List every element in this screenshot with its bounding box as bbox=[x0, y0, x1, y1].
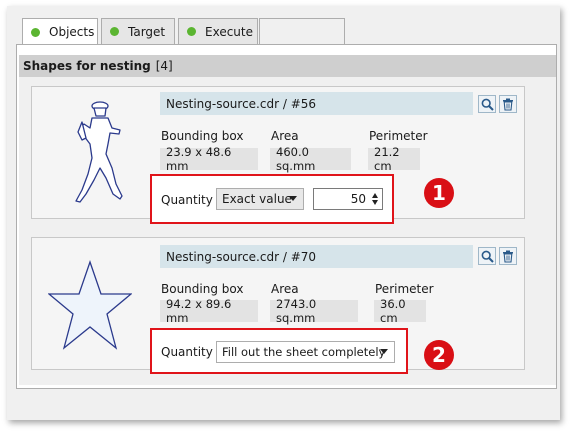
search-icon bbox=[481, 250, 494, 263]
tab-objects-label: Objects bbox=[49, 25, 95, 39]
quantity-label: Quantity bbox=[161, 345, 213, 359]
perimeter-label: Perimeter bbox=[375, 282, 434, 296]
quantity-mode-value: Fill out the sheet completely bbox=[222, 345, 386, 359]
search-icon bbox=[481, 98, 494, 111]
status-dot-icon bbox=[187, 27, 196, 36]
area-value: 2743.0 sq.mm bbox=[270, 297, 358, 325]
delete-button[interactable] bbox=[499, 95, 517, 113]
bbox-value: 23.9 x 48.6 mm bbox=[160, 145, 258, 173]
perimeter-value-text: 36.0 cm bbox=[380, 297, 406, 325]
area-label: Area bbox=[271, 129, 299, 143]
shape-file-name-text: Nesting-source.cdr / #56 bbox=[166, 96, 317, 111]
bbox-label: Bounding box bbox=[161, 129, 244, 143]
tab-spacer bbox=[259, 18, 345, 44]
bbox-label: Bounding box bbox=[161, 282, 244, 296]
shape-file-name: Nesting-source.cdr / #70 bbox=[160, 245, 473, 268]
perimeter-value: 21.2 cm bbox=[368, 145, 420, 173]
quantity-mode-select[interactable]: Exact value bbox=[216, 188, 304, 210]
perimeter-value-text: 21.2 cm bbox=[374, 145, 400, 173]
spin-up-icon[interactable] bbox=[372, 193, 378, 198]
trash-icon bbox=[503, 98, 513, 111]
star-shape-icon bbox=[48, 260, 132, 350]
tab-objects[interactable]: Objects bbox=[22, 18, 98, 45]
bbox-value: 94.2 x 89.6 mm bbox=[160, 297, 258, 325]
tab-execute[interactable]: Execute bbox=[178, 18, 258, 44]
callout-badge: 2 bbox=[424, 340, 454, 370]
quantity-mode-value: Exact value bbox=[222, 192, 292, 206]
perimeter-label: Perimeter bbox=[369, 129, 428, 143]
chevron-down-icon bbox=[380, 349, 388, 354]
tab-target[interactable]: Target bbox=[101, 18, 175, 44]
shape-count: [4] bbox=[155, 59, 173, 73]
area-label: Area bbox=[271, 282, 299, 296]
panel-header: Shapes for nesting [4] bbox=[19, 55, 556, 78]
delete-button[interactable] bbox=[499, 247, 517, 265]
callout-badge: 1 bbox=[424, 178, 454, 208]
quantity-label: Quantity bbox=[161, 193, 213, 207]
tab-target-label: Target bbox=[128, 24, 166, 39]
quantity-value: 50 bbox=[350, 192, 366, 206]
perimeter-value: 36.0 cm bbox=[374, 297, 426, 325]
shape-file-name-text: Nesting-source.cdr / #70 bbox=[166, 249, 317, 264]
status-dot-icon bbox=[31, 27, 40, 37]
quantity-mode-select[interactable]: Fill out the sheet completely bbox=[216, 341, 395, 363]
shape-file-name: Nesting-source.cdr / #56 bbox=[160, 92, 473, 115]
trash-icon bbox=[503, 250, 513, 263]
search-button[interactable] bbox=[478, 95, 496, 113]
status-dot-icon bbox=[110, 27, 119, 36]
area-value: 460.0 sq.mm bbox=[270, 145, 351, 173]
hiker-silhouette-icon bbox=[75, 101, 123, 203]
bbox-value-text: 23.9 x 48.6 mm bbox=[166, 145, 232, 173]
tab-execute-label: Execute bbox=[205, 24, 253, 39]
bbox-value-text: 94.2 x 89.6 mm bbox=[166, 297, 232, 325]
area-value-text: 2743.0 sq.mm bbox=[276, 297, 317, 325]
area-value-text: 460.0 sq.mm bbox=[276, 145, 316, 173]
chevron-down-icon bbox=[289, 196, 297, 201]
quantity-stepper[interactable]: 50 bbox=[313, 188, 383, 210]
spin-down-icon[interactable] bbox=[372, 200, 378, 205]
search-button[interactable] bbox=[478, 247, 496, 265]
panel-title: Shapes for nesting bbox=[23, 59, 151, 73]
